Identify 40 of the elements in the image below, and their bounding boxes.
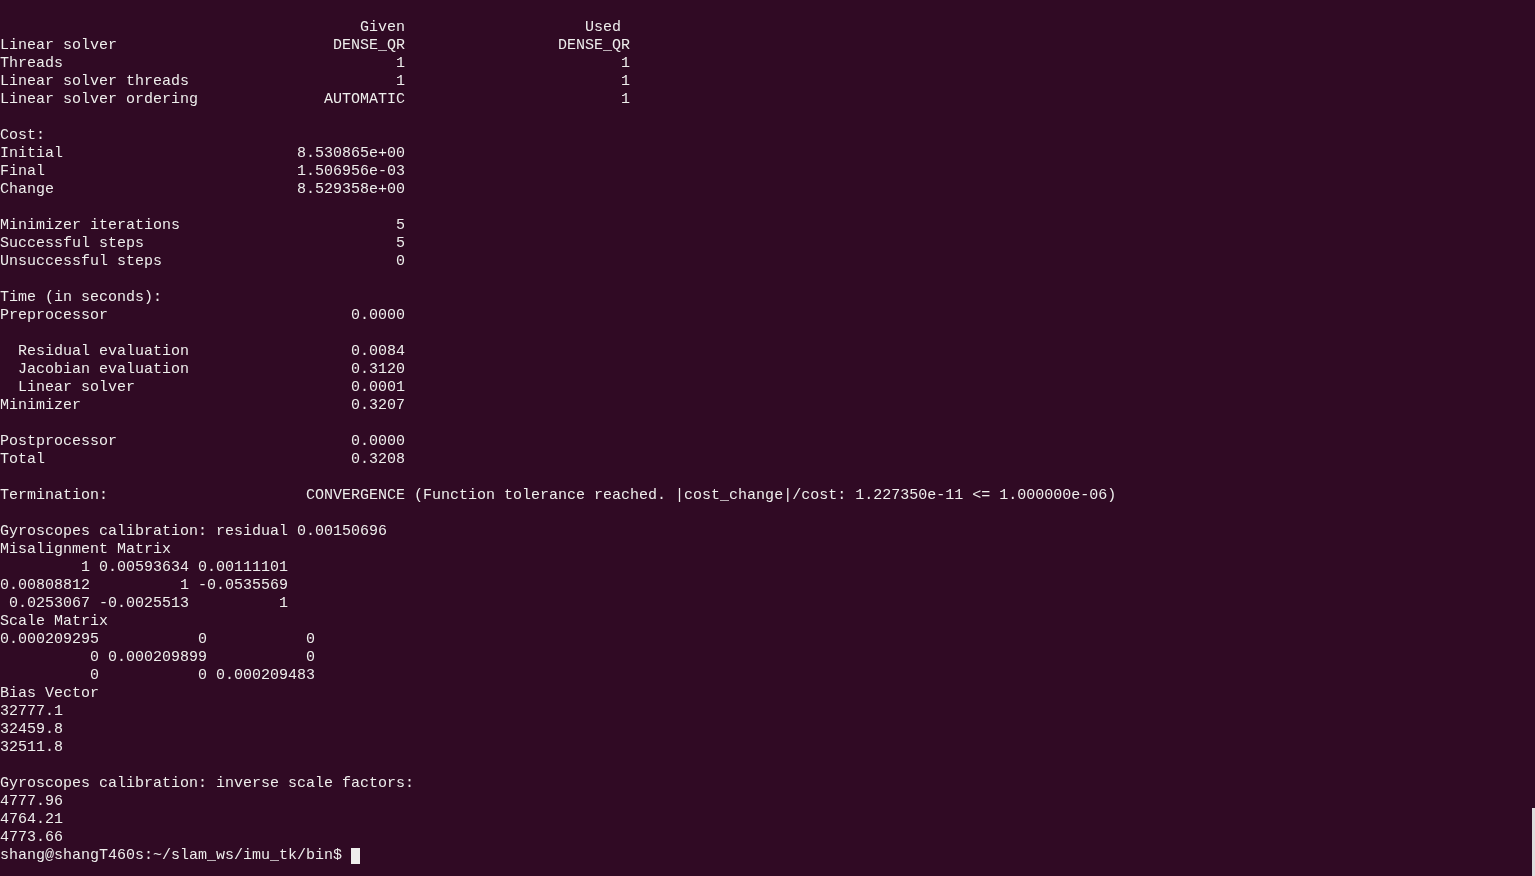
terminal-line: 32459.8 bbox=[0, 721, 64, 739]
terminal-line: 4764.21 bbox=[0, 811, 64, 829]
terminal-line: Unsuccessful steps 0 bbox=[0, 253, 407, 271]
terminal-line: Initial 8.530865e+00 bbox=[0, 145, 407, 163]
terminal-line: Misalignment Matrix bbox=[0, 541, 173, 559]
terminal-line: Linear solver DENSE_QR DENSE_QR bbox=[0, 37, 632, 55]
terminal-line: Successful steps 5 bbox=[0, 235, 407, 253]
terminal-line: Final 1.506956e-03 bbox=[0, 163, 407, 181]
scrollbar-thumb[interactable] bbox=[1532, 808, 1535, 876]
terminal-line: Threads 1 1 bbox=[0, 55, 632, 73]
terminal-line: 0 0.000209899 0 bbox=[89, 649, 317, 667]
terminal-line: Linear solver ordering AUTOMATIC 1 bbox=[0, 91, 632, 109]
terminal-line: Residual evaluation 0.0084 bbox=[17, 343, 407, 361]
terminal-line: 4777.96 bbox=[0, 793, 64, 811]
terminal-line: Total 0.3208 bbox=[0, 451, 407, 469]
terminal-line: Minimizer iterations 5 bbox=[0, 217, 407, 235]
terminal-line: 0.00808812 1 -0.0535569 bbox=[0, 577, 290, 595]
terminal-line: 4773.66 bbox=[0, 829, 64, 847]
terminal-line: Cost: bbox=[0, 127, 46, 145]
terminal-line: Gyroscopes calibration: inverse scale factors: bbox=[0, 775, 416, 793]
terminal-line: Preprocessor 0.0000 bbox=[0, 307, 407, 325]
terminal-line: 32511.8 bbox=[0, 739, 64, 757]
terminal-line: Scale Matrix bbox=[0, 613, 110, 631]
terminal-line: 1 0.00593634 0.00111101 bbox=[80, 559, 290, 577]
terminal-line: Change 8.529358e+00 bbox=[0, 181, 407, 199]
terminal-line: Time (in seconds): bbox=[0, 289, 164, 307]
shell-prompt: shang@shangT460s:~/slam_ws/imu_tk/bin$ bbox=[0, 847, 344, 865]
terminal-line: Jacobian evaluation 0.3120 bbox=[17, 361, 407, 379]
terminal-line: 32777.1 bbox=[0, 703, 64, 721]
terminal-line: Minimizer 0.3207 bbox=[0, 397, 407, 415]
terminal-line: 0.000209295 0 0 bbox=[0, 631, 317, 649]
terminal-line: Linear solver 0.0001 bbox=[17, 379, 407, 397]
terminal-line: 0.0253067 -0.0025513 1 bbox=[8, 595, 290, 613]
terminal-line: Given Used bbox=[359, 19, 623, 37]
terminal-line: Termination: CONVERGENCE (Function tolerance reached. |cost_change|/cost: 1.227350e-11 <= 1.000000e-06) bbox=[0, 487, 1118, 505]
terminal-line: Postprocessor 0.0000 bbox=[0, 433, 407, 451]
terminal-line: Bias Vector bbox=[0, 685, 101, 703]
terminal-line: Linear solver threads 1 1 bbox=[0, 73, 632, 91]
terminal-line: 0 0 0.000209483 bbox=[89, 667, 317, 685]
terminal-line: Gyroscopes calibration: residual 0.00150696 bbox=[0, 523, 389, 541]
